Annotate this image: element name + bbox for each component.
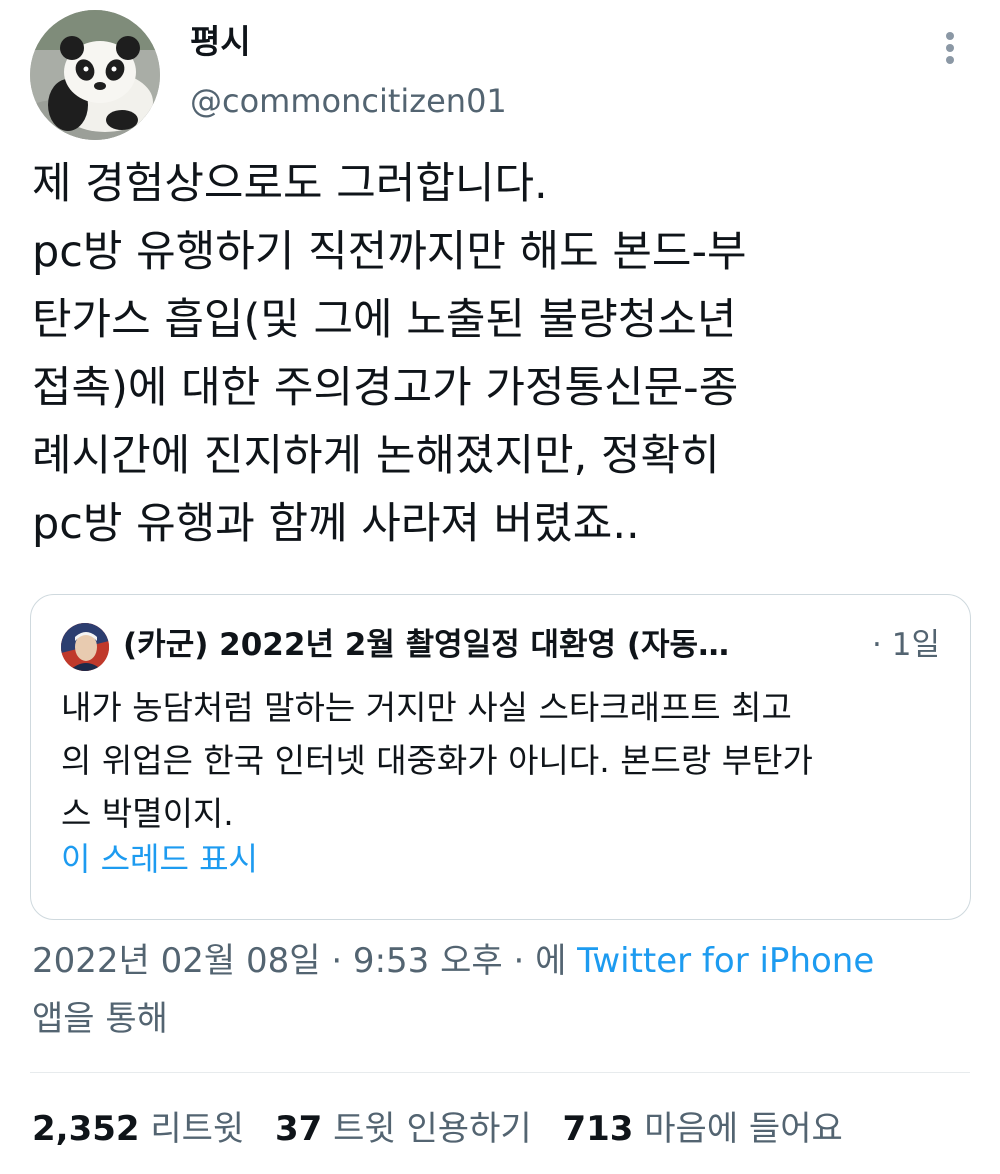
divider <box>30 1072 970 1073</box>
retweets-label: 리트윗 <box>150 1109 245 1149</box>
tweet-source-link[interactable]: Twitter for iPhone <box>577 941 874 981</box>
quoted-author-avatar <box>61 623 109 671</box>
author-avatar[interactable] <box>30 10 160 140</box>
likes-count: 713 <box>562 1109 634 1149</box>
quotes-label: 트윗 인용하기 <box>333 1109 532 1149</box>
tweet-meta: 2022년 02월 08일 · 9:53 오후 · 에 Twitter for … <box>32 932 972 1048</box>
retweets-count: 2,352 <box>32 1109 140 1149</box>
quoted-tweet-text: 내가 농담처럼 말하는 거지만 사실 스타크래프트 최고 의 위업은 한국 인터… <box>61 688 813 833</box>
quoted-tweet-card[interactable]: (카군) 2022년 2월 촬영일정 대환영 (자동… · 1일 내가 농담처럼… <box>30 594 971 920</box>
tweet-detail: 평시 @commoncitizen01 제 경험상으로도 그러합니다. pc방 … <box>0 0 1000 1174</box>
author-handle[interactable]: @commoncitizen01 <box>190 82 507 120</box>
likes-label: 마음에 들어요 <box>644 1109 843 1149</box>
engagement-stats: 2,352 리트윗 37 트윗 인용하기 713 마음에 들어요 <box>32 1100 972 1158</box>
panda-avatar-image <box>30 10 160 140</box>
tweet-source-suffix: 앱을 통해 <box>32 999 168 1039</box>
more-options-button[interactable] <box>935 28 965 68</box>
quotes-count: 37 <box>275 1109 323 1149</box>
tweet-text: 제 경험상으로도 그러합니다. pc방 유행하기 직전까지만 해도 본드-부 탄… <box>32 159 747 549</box>
quoted-author-name: (카군) 2022년 2월 촬영일정 대환영 (자동… <box>123 627 730 663</box>
quote-tweets-stat[interactable]: 37 트윗 인용하기 <box>275 1109 542 1149</box>
tweet-timestamp[interactable]: 2022년 02월 08일 · 9:53 오후 · 에 <box>32 941 566 981</box>
quoted-tweet-time: · 1일 <box>872 627 940 663</box>
portrait-avatar-image <box>61 623 109 671</box>
retweets-stat[interactable]: 2,352 리트윗 <box>32 1109 255 1149</box>
author-display-name[interactable]: 평시 <box>190 22 251 62</box>
likes-stat[interactable]: 713 마음에 들어요 <box>562 1109 842 1149</box>
show-thread-link[interactable]: 이 스레드 표시 <box>61 839 258 881</box>
